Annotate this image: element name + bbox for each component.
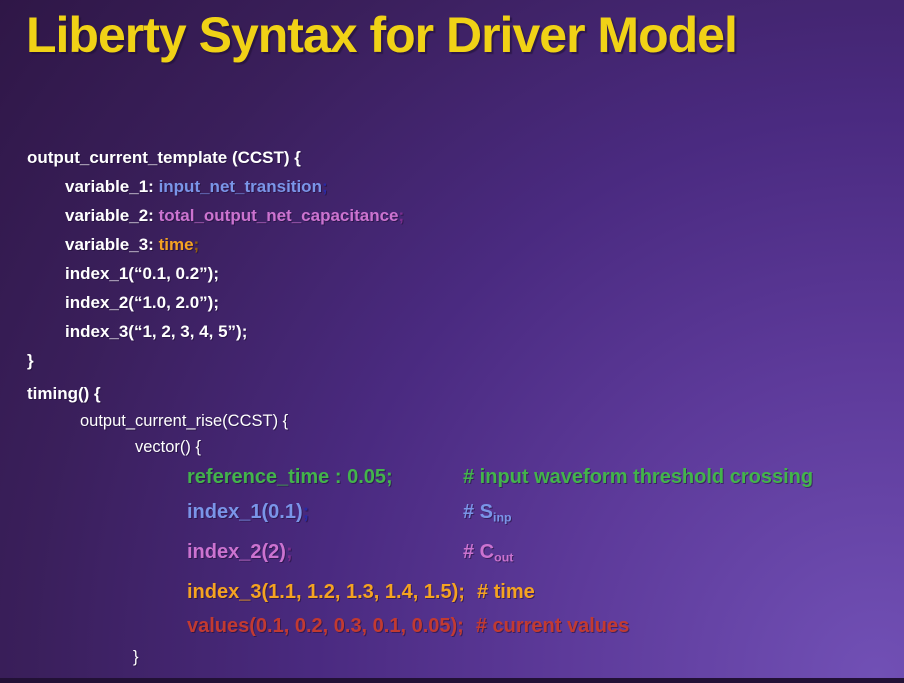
code-text: index_3(“1, 2, 3, 4, 5”); [65, 317, 247, 346]
code-text: variable_1: input_net_transition; [65, 172, 328, 201]
code-text: index_2(2); [187, 535, 463, 570]
code-line: values(0.1, 0.2, 0.3, 0.1, 0.05); # curre… [187, 609, 887, 644]
code-line: variable_1: input_net_transition; [65, 172, 887, 201]
code-segment: ; [399, 206, 405, 225]
code-segment: # C [463, 541, 494, 563]
code-line: output_current_rise(CCST) { [80, 408, 887, 434]
code-text: output_current_rise(CCST) { [80, 408, 288, 434]
code-segment: } [27, 351, 34, 370]
code-comment: # Cout [463, 541, 513, 563]
code-segment: index_2(2) [187, 541, 286, 563]
code-text: index_3(1.1, 1.2, 1.3, 1.4, 1.5); [187, 575, 465, 610]
code-segment: variable_2: [65, 206, 159, 225]
code-line: index_1(0.1);# Sinp [187, 495, 887, 535]
code-line: variable_2: total_output_net_capacitance… [65, 201, 887, 230]
code-text: index_2(“1.0, 2.0”); [65, 288, 219, 317]
code-segment: values(0.1, 0.2, 0.3, 0.1, 0.05); [187, 615, 464, 637]
code-block: output_current_template (CCST) { variable… [27, 143, 887, 683]
code-line: variable_3: time; [65, 230, 887, 259]
code-segment: output_current_rise(CCST) { [80, 412, 288, 430]
code-segment: input_net_transition [159, 177, 322, 196]
code-segment: reference_time : 0.05; [187, 466, 393, 488]
code-subscript: inp [493, 510, 512, 524]
code-segment: variable_1: [65, 177, 159, 196]
code-segment: ; [303, 501, 310, 523]
code-line: index_2(2);# Cout [187, 535, 887, 575]
code-segment: # current values [476, 615, 629, 637]
code-segment: index_3(“1, 2, 3, 4, 5”); [65, 322, 247, 341]
code-segment: } [133, 648, 139, 666]
code-text: index_1(“0.1, 0.2”); [65, 259, 219, 288]
code-comment: # Sinp [463, 501, 512, 523]
code-text: values(0.1, 0.2, 0.3, 0.1, 0.05); [187, 609, 464, 644]
code-line: timing() { [27, 379, 887, 408]
code-text: variable_3: time; [65, 230, 199, 259]
code-segment: ; [322, 177, 328, 196]
code-line: output_current_template (CCST) { [27, 143, 887, 172]
code-text: vector() { [135, 434, 201, 460]
code-text: timing() { [27, 379, 101, 408]
code-segment: timing() { [27, 384, 101, 403]
code-comment: # input waveform threshold crossing [463, 466, 813, 488]
code-line: index_3(“1, 2, 3, 4, 5”); [65, 317, 887, 346]
code-line: reference_time : 0.05; # input waveform t… [187, 460, 887, 495]
code-line: index_1(“0.1, 0.2”); [65, 259, 887, 288]
code-text: index_1(0.1); [187, 495, 463, 530]
code-comment: # current values [464, 615, 629, 637]
code-segment: total_output_net_capacitance [159, 206, 399, 225]
code-line: vector() { [135, 434, 887, 460]
code-comment: # time [465, 581, 535, 603]
code-segment: vector() { [135, 438, 201, 456]
code-text: reference_time : 0.05; [187, 460, 463, 495]
slide: Liberty Syntax for Driver Model output_c… [0, 0, 904, 683]
code-segment: ; [194, 235, 200, 254]
code-text: variable_2: total_output_net_capacitance… [65, 201, 404, 230]
code-text: output_current_template (CCST) { [27, 143, 301, 172]
slide-title: Liberty Syntax for Driver Model [26, 6, 737, 64]
code-line: index_2(“1.0, 2.0”); [65, 288, 887, 317]
code-segment: variable_3: [65, 235, 159, 254]
code-line: } [133, 644, 887, 670]
code-line: } [27, 346, 887, 375]
code-segment: time [159, 235, 194, 254]
code-segment: index_2(“1.0, 2.0”); [65, 293, 219, 312]
code-line: index_3(1.1, 1.2, 1.3, 1.4, 1.5); # time [187, 575, 887, 610]
code-text: } [133, 644, 139, 670]
code-subscript: out [494, 550, 513, 564]
code-segment: index_3(1.1, 1.2, 1.3, 1.4, 1.5); [187, 581, 465, 603]
code-segment: index_1(0.1) [187, 501, 303, 523]
code-segment: ; [286, 541, 293, 563]
code-text: } [27, 346, 34, 375]
bottom-edge-bar [0, 678, 904, 683]
code-segment: output_current_template (CCST) { [27, 148, 301, 167]
code-segment: # time [477, 581, 535, 603]
code-segment: # input waveform threshold crossing [463, 466, 813, 488]
code-segment: index_1(“0.1, 0.2”); [65, 264, 219, 283]
code-segment: # S [463, 501, 493, 523]
